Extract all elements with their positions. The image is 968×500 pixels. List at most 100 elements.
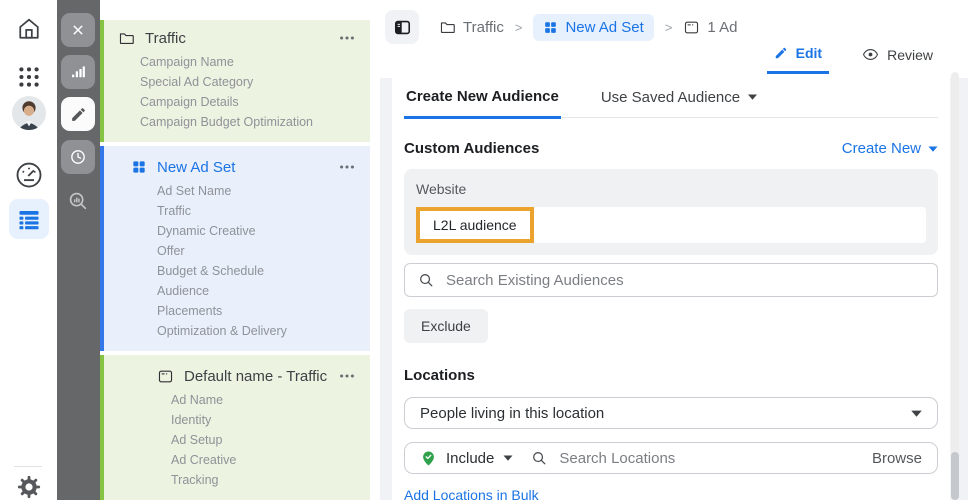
tree-item[interactable]: Budget & Schedule xyxy=(104,261,370,281)
breadcrumb-adset-label: New Ad Set xyxy=(565,18,644,36)
breadcrumb: Traffic > New Ad Set > 1 Ad xyxy=(385,10,737,44)
tree-item[interactable]: Optimization & Delivery xyxy=(104,321,370,341)
tree-ad-title: Default name - Traffic xyxy=(184,367,328,385)
tree-item[interactable]: Dynamic Creative xyxy=(104,221,370,241)
breadcrumb-ad-label: 1 Ad xyxy=(707,18,738,36)
add-locations-in-bulk-link[interactable]: Add Locations in Bulk xyxy=(404,487,539,500)
include-dropdown[interactable]: Include xyxy=(446,450,494,467)
tree-item[interactable]: Campaign Details xyxy=(104,92,370,112)
selected-audience-highlight[interactable]: L2L audience xyxy=(416,207,534,243)
tab-edit[interactable]: Edit xyxy=(766,43,830,74)
tree-item[interactable]: Ad Name xyxy=(104,390,370,410)
tree-item[interactable]: Placements xyxy=(104,301,370,321)
tree-item[interactable]: Campaign Budget Optimization xyxy=(104,112,370,132)
zoom-chart-icon[interactable] xyxy=(61,184,95,218)
data-table-icon[interactable] xyxy=(8,199,49,239)
rail-divider xyxy=(14,466,42,467)
tab-use-saved-audience-label: Use Saved Audience xyxy=(600,88,741,106)
chevron-down-icon xyxy=(748,94,758,100)
breadcrumb-separator: > xyxy=(514,19,523,35)
search-locations-input[interactable] xyxy=(559,449,872,467)
gauge-icon[interactable] xyxy=(14,160,44,190)
tree-item[interactable]: Traffic xyxy=(104,201,370,221)
search-existing-audiences-input[interactable] xyxy=(446,271,924,289)
tree-adset-items: Ad Set Name Traffic Dynamic Creative Offer B… xyxy=(104,181,370,341)
profile-avatar[interactable] xyxy=(11,96,46,130)
tab-edit-label: Edit xyxy=(795,45,823,61)
selected-audience-row[interactable]: L2L audience xyxy=(416,207,926,243)
pencil-button[interactable] xyxy=(61,97,95,131)
tree-ad-items: Ad Name Identity Ad Setup Ad Creative Tracki… xyxy=(104,390,370,490)
tree-item[interactable]: Offer xyxy=(104,241,370,261)
tree-item[interactable]: Audience xyxy=(104,281,370,301)
edit-toolbar xyxy=(57,0,100,500)
tab-use-saved-audience[interactable]: Use Saved Audience xyxy=(599,88,759,117)
breadcrumb-adset[interactable]: New Ad Set xyxy=(533,13,654,41)
tree-ad-header[interactable]: Default name - Traffic xyxy=(104,367,370,385)
breadcrumb-ad[interactable]: 1 Ad xyxy=(683,19,737,36)
ad-frame-icon xyxy=(157,368,174,385)
collapse-panel-button[interactable] xyxy=(385,10,419,44)
tab-review-label: Review xyxy=(887,46,933,63)
apps-grid-icon[interactable] xyxy=(16,64,42,90)
tab-create-new-audience-label: Create New Audience xyxy=(406,88,559,105)
tab-review[interactable]: Review xyxy=(855,43,940,74)
ad-frame-icon xyxy=(685,21,699,33)
ellipsis-icon[interactable] xyxy=(338,29,356,47)
tree-item[interactable]: Tracking xyxy=(104,470,370,490)
browse-button[interactable]: Browse xyxy=(872,450,922,467)
chevron-down-icon[interactable] xyxy=(503,455,513,461)
close-button[interactable] xyxy=(61,13,95,47)
tree-item[interactable]: Ad Setup xyxy=(104,430,370,450)
tree-item[interactable]: Special Ad Category xyxy=(104,72,370,92)
tree-adset-title: New Ad Set xyxy=(157,158,236,176)
search-icon xyxy=(533,451,546,464)
adset-grid-icon xyxy=(545,21,557,33)
create-new-label: Create New xyxy=(841,140,921,157)
tree-ad-block: Default name - Traffic Ad Name Identity Ad… xyxy=(99,355,370,500)
clock-button[interactable] xyxy=(61,140,95,174)
tree-item[interactable]: Ad Creative xyxy=(104,450,370,470)
ads-manager-app: Traffic Campaign Name Special Ad Category… xyxy=(0,0,968,500)
tree-item[interactable]: Campaign Name xyxy=(104,52,370,72)
gear-icon[interactable] xyxy=(15,473,43,500)
breadcrumb-campaign[interactable]: Traffic xyxy=(439,19,504,36)
view-tabs: Edit Review xyxy=(766,43,940,74)
location-mode-value: People living in this location xyxy=(420,404,605,422)
scrollbar-thumb[interactable] xyxy=(951,452,959,500)
location-search-row[interactable]: Include Browse xyxy=(404,442,938,474)
audience-form-card: Create New Audience Use Saved Audience C… xyxy=(392,78,950,500)
ellipsis-icon[interactable] xyxy=(338,158,356,176)
breadcrumb-campaign-label: Traffic xyxy=(463,18,504,36)
website-audience-group: Website L2L audience xyxy=(404,169,938,255)
location-pin-check-icon xyxy=(423,451,434,465)
eye-icon xyxy=(863,48,879,61)
location-mode-dropdown[interactable]: People living in this location xyxy=(404,397,938,429)
tree-adset-block: New Ad Set Ad Set Name Traffic Dynamic Cre… xyxy=(99,146,370,351)
main-header: Traffic > New Ad Set > 1 Ad Edit Review xyxy=(370,0,968,78)
folder-icon xyxy=(118,30,135,47)
website-group-label: Website xyxy=(416,181,467,197)
tree-campaign-title: Traffic xyxy=(145,29,186,47)
ellipsis-icon[interactable] xyxy=(338,367,356,385)
folder-icon xyxy=(440,21,455,33)
campaign-tree-panel: Traffic Campaign Name Special Ad Category… xyxy=(99,0,370,500)
tree-item[interactable]: Ad Set Name xyxy=(104,181,370,201)
bar-chart-button[interactable] xyxy=(61,55,95,89)
home-icon[interactable] xyxy=(15,15,43,43)
search-existing-audiences-row[interactable] xyxy=(404,263,938,297)
custom-audiences-header: Custom Audiences Create New xyxy=(404,140,938,157)
vertical-scrollbar[interactable] xyxy=(951,72,959,500)
exclude-button[interactable]: Exclude xyxy=(404,309,488,343)
tab-create-new-audience[interactable]: Create New Audience xyxy=(404,88,561,119)
audience-tabs: Create New Audience Use Saved Audience xyxy=(404,78,938,119)
tree-adset-header[interactable]: New Ad Set xyxy=(104,158,370,176)
tree-campaign-block: Traffic Campaign Name Special Ad Category… xyxy=(99,20,370,142)
create-new-dropdown[interactable]: Create New xyxy=(842,140,938,157)
tree-item[interactable]: Identity xyxy=(104,410,370,430)
chevron-down-icon xyxy=(928,146,938,152)
content-background: Create New Audience Use Saved Audience C… xyxy=(380,78,968,500)
tree-campaign-header[interactable]: Traffic xyxy=(104,29,370,47)
custom-audiences-title: Custom Audiences xyxy=(404,140,540,157)
tree-campaign-items: Campaign Name Special Ad Category Campaign… xyxy=(104,52,370,132)
